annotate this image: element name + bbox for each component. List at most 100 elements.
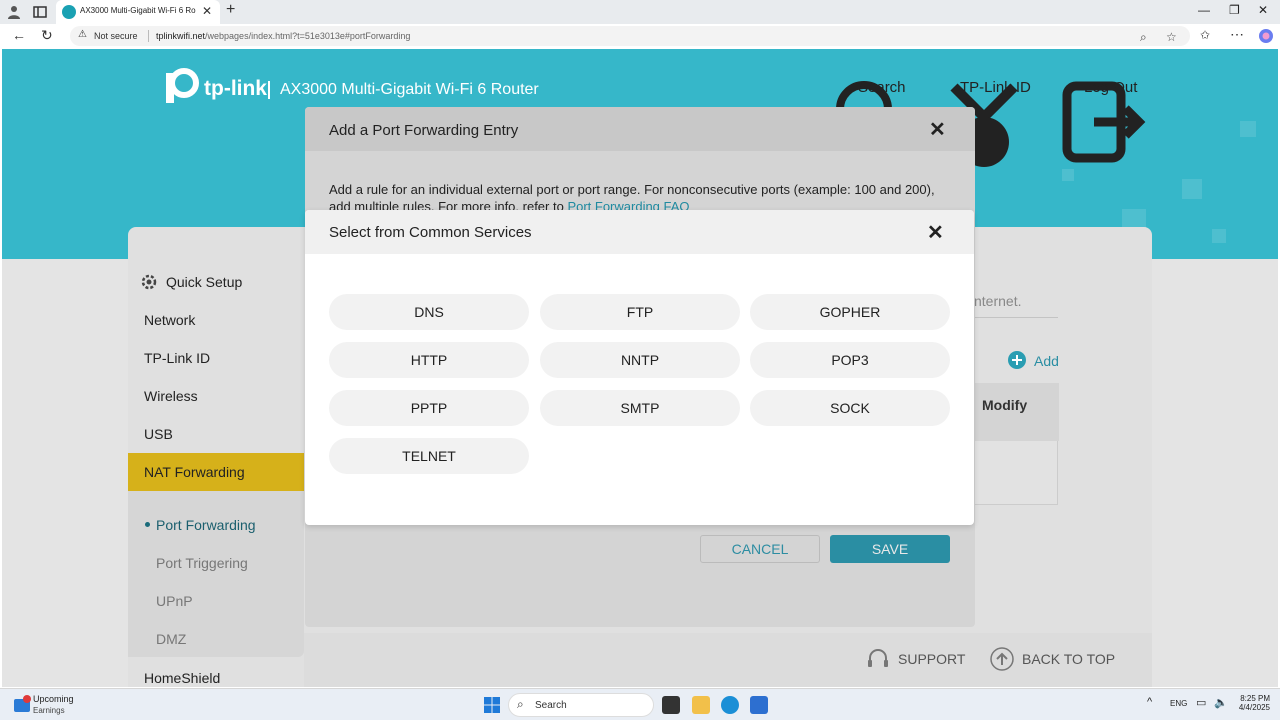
service-dns-button[interactable]: DNS (329, 294, 529, 330)
description-fragment: nternet. (974, 293, 1022, 309)
address-bar[interactable]: ⚠ Not secure tplinkwifi.net/webpages/ind… (70, 26, 1190, 46)
arrow-up-circle-icon (990, 647, 1014, 671)
sidebar-item-quick-setup[interactable]: Quick Setup (166, 274, 242, 290)
taskbar-search-box[interactable]: ⌕ Search (508, 693, 654, 717)
back-icon[interactable]: ← (12, 27, 26, 43)
minimize-icon[interactable]: — (1198, 3, 1210, 17)
add-circle-icon (1008, 351, 1026, 369)
common-services-dialog: Select from Common Services ✕ DNS FTP GO… (305, 210, 974, 525)
service-pptp-button[interactable]: PPTP (329, 390, 529, 426)
refresh-icon[interactable]: ↻ (41, 27, 53, 44)
sidebar-item-wireless[interactable]: Wireless (144, 388, 198, 404)
sidebar-subitem-upnp[interactable]: UPnP (156, 593, 193, 609)
url-text[interactable]: tplinkwifi.net/webpages/index.html?t=51e… (156, 31, 410, 41)
copilot-icon[interactable] (1258, 28, 1274, 44)
tab-actions-icon[interactable] (32, 4, 48, 20)
brand-name: tp-link (204, 77, 267, 100)
headset-icon (868, 649, 888, 667)
services-dialog-header: Select from Common Services ✕ (305, 210, 974, 254)
warning-icon[interactable]: ⚠ (78, 29, 87, 40)
clock-time: 8:25 PM (1240, 694, 1270, 703)
restore-icon[interactable]: ❐ (1229, 3, 1240, 17)
decor-square (1240, 121, 1256, 137)
services-dialog-title: Select from Common Services (329, 224, 532, 241)
cancel-button[interactable]: CANCEL (700, 535, 820, 563)
widget-title[interactable]: Upcoming (33, 694, 74, 704)
service-ftp-button[interactable]: FTP (540, 294, 740, 330)
search-link-label: Search (858, 79, 906, 96)
sidebar-item-usb[interactable]: USB (144, 426, 173, 442)
browser-tab-active[interactable]: AX3000 Multi-Gigabit Wi-Fi 6 Rou ✕ (56, 0, 220, 24)
address-divider (148, 30, 149, 42)
service-nntp-button[interactable]: NNTP (540, 342, 740, 378)
dialog-title: Add a Port Forwarding Entry (329, 122, 519, 139)
back-to-top-label: BACK TO TOP (1022, 651, 1116, 667)
security-status[interactable]: Not secure (94, 31, 138, 41)
file-explorer-icon[interactable] (692, 696, 710, 714)
search-link[interactable]: Search (832, 77, 912, 153)
service-telnet-button[interactable]: TELNET (329, 438, 529, 474)
dialog-header: Add a Port Forwarding Entry ✕ (305, 107, 975, 151)
sidebar-subitem-dmz[interactable]: DMZ (156, 631, 186, 647)
sidebar-item-network[interactable]: Network (144, 312, 195, 328)
logout-link[interactable]: Log Out (1058, 77, 1148, 163)
sidebar-item-label: NAT Forwarding (144, 464, 245, 480)
sidebar-item-tplink-id[interactable]: TP-Link ID (144, 350, 210, 366)
decor-square (1182, 179, 1202, 199)
volume-icon[interactable]: 🔈 (1214, 696, 1228, 709)
task-view-icon[interactable] (662, 696, 680, 714)
service-pop3-button[interactable]: POP3 (750, 342, 950, 378)
sidebar-subitem-port-triggering[interactable]: Port Triggering (156, 555, 248, 571)
page-footer: SUPPORT BACK TO TOP (304, 633, 1152, 687)
tab-close-icon[interactable]: ✕ (202, 4, 212, 18)
sidebar-subitem-port-forwarding[interactable]: Port Forwarding (156, 517, 256, 533)
taskbar: Upcoming Earnings ⌕ Search ^ ENG ▭ 🔈 8:2… (0, 688, 1280, 720)
sidebar-submenu: Port Forwarding Port Triggering UPnP DMZ (128, 491, 304, 657)
sidebar-item-nat-forwarding[interactable]: NAT Forwarding (128, 453, 304, 491)
url-path: /webpages/index.html?t=51e3013e#portForw… (205, 31, 411, 41)
clock-date: 4/4/2025 (1238, 703, 1270, 712)
tplink-favicon-icon (62, 5, 76, 19)
service-http-button[interactable]: HTTP (329, 342, 529, 378)
decor-square (1212, 229, 1226, 243)
modify-column-header: Modify (982, 397, 1028, 413)
support-label: SUPPORT (898, 651, 966, 667)
product-name: AX3000 Multi-Gigabit Wi-Fi 6 Router (280, 81, 539, 98)
service-sock-button[interactable]: SOCK (750, 390, 950, 426)
widget-subtitle[interactable]: Earnings (33, 706, 65, 715)
close-icon[interactable]: ✕ (929, 117, 946, 142)
more-menu-icon[interactable]: ⋯ (1230, 26, 1244, 43)
windows-start-icon[interactable] (484, 697, 500, 713)
logout-label: Log Out (1084, 79, 1138, 96)
back-to-top-link[interactable]: BACK TO TOP (990, 647, 1140, 671)
tplink-id-link[interactable]: TP-Link ID (934, 77, 1034, 167)
store-icon[interactable] (750, 696, 768, 714)
support-link[interactable]: SUPPORT (866, 647, 976, 671)
url-host: tplinkwifi.net (156, 31, 206, 41)
sidebar: Quick Setup Network TP-Link ID Wireless … (128, 259, 304, 687)
clock[interactable]: 8:25 PM 4/4/2025 (1230, 694, 1270, 712)
tray-chevron-icon[interactable]: ^ (1147, 696, 1152, 708)
sidebar-item-homeshield[interactable]: HomeShield (144, 670, 220, 686)
language-indicator[interactable]: ENG (1170, 699, 1187, 708)
tplink-id-label: TP-Link ID (960, 79, 1031, 96)
browser-tab-bar: AX3000 Multi-Gigabit Wi-Fi 6 Rou ✕ + — ❐… (0, 0, 1280, 24)
new-tab-icon[interactable]: + (226, 1, 235, 19)
rules-table-fragment: Modify (974, 383, 1059, 505)
network-icon[interactable]: ▭ (1196, 696, 1206, 709)
service-smtp-button[interactable]: SMTP (540, 390, 740, 426)
favorite-star-icon[interactable]: ☆ (1166, 30, 1177, 44)
brand-divider (268, 81, 270, 99)
stocks-widget-icon[interactable] (12, 695, 32, 715)
service-gopher-button[interactable]: GOPHER (750, 294, 950, 330)
add-button[interactable]: Add (1008, 351, 1068, 371)
save-button[interactable]: SAVE (830, 535, 950, 563)
close-icon[interactable]: ✕ (927, 220, 944, 245)
zoom-icon[interactable]: ⌕ (1140, 30, 1147, 45)
window-close-icon[interactable]: ✕ (1258, 3, 1268, 17)
tplink-logo-icon (166, 68, 199, 103)
edge-browser-icon[interactable] (721, 696, 739, 714)
profile-icon[interactable] (6, 4, 22, 20)
favorites-icon[interactable]: ✩ (1200, 28, 1210, 42)
add-label: Add (1034, 353, 1059, 369)
